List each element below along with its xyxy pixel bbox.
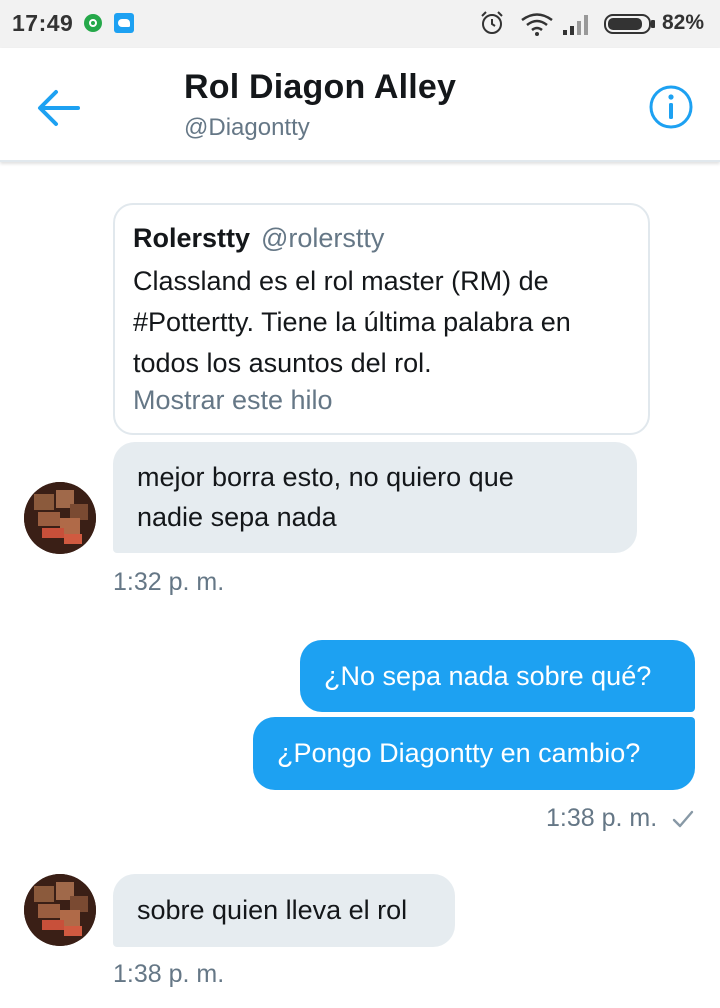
show-thread-link[interactable]: Mostrar este hilo [133,385,333,416]
message-timestamp: 1:32 p. m. [113,568,225,596]
avatar[interactable] [24,874,96,946]
conversation[interactable]: Rolerstty @rolerstty Classland es el rol… [0,162,720,1008]
quoted-tweet-line: todos los asuntos del rol. [133,348,432,378]
battery-percent: 82% [662,11,705,34]
message-line: nadie sepa nada [137,502,337,532]
message-line: ¿No sepa nada sobre qué? [324,661,652,691]
status-time: 17:49 [12,10,74,36]
signal-icon [563,15,588,35]
message-timestamp: 1:38 p. m. [546,804,658,832]
avatar[interactable] [24,482,96,554]
conversation-title[interactable]: Rol Diagon Alley [184,68,456,107]
arrow-left-icon[interactable] [30,86,86,130]
message-bubble-incoming[interactable]: mejor borra esto, no quiero que nadie se… [113,442,637,553]
quoted-tweet-line: Classland es el rol master (RM) de [133,266,549,296]
avatar-image [24,874,96,946]
message-line: ¿Pongo Diagontty en cambio? [277,738,641,768]
info-icon[interactable] [648,84,694,130]
quoted-tweet-name: Rolerstty [133,223,251,253]
quoted-tweet-card[interactable]: Rolerstty @rolerstty Classland es el rol… [113,203,650,435]
status-bar: 17:49 82% [0,0,720,48]
quoted-tweet-text: Classland es el rol master (RM) de #Pott… [133,261,633,384]
message-bubble-outgoing[interactable]: ¿No sepa nada sobre qué? [300,640,695,712]
message-line: sobre quien lleva el rol [137,895,408,925]
message-bubble-outgoing[interactable]: ¿Pongo Diagontty en cambio? [253,717,695,790]
twitter-icon [114,13,134,33]
conversation-header: Rol Diagon Alley @Diagontty [0,48,720,162]
avatar-image [24,482,96,554]
battery-icon [604,14,655,34]
checkmark-icon [672,810,694,828]
alarm-icon [481,11,503,34]
conversation-handle: @Diagontty [184,114,310,141]
message-line: mejor borra esto, no quiero que [137,462,514,492]
whatsapp-icon [84,14,102,32]
quoted-tweet-handle: @rolerstty [261,223,385,253]
wifi-icon [521,13,553,36]
message-bubble-incoming[interactable]: sobre quien lleva el rol [113,874,455,947]
message-timestamp: 1:38 p. m. [113,960,225,988]
quoted-tweet-line: #Pottertty. Tiene la última palabra en [133,307,571,337]
